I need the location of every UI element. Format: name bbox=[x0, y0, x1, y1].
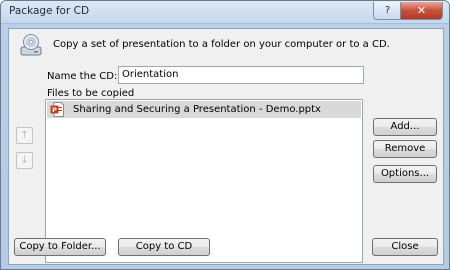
help-button[interactable]: ? bbox=[373, 2, 402, 20]
move-down-button[interactable]: ↓ bbox=[16, 152, 33, 169]
file-name: Sharing and Securing a Presentation - De… bbox=[73, 104, 321, 115]
package-for-cd-dialog: Package for CD ? ✕ Copy a set of present… bbox=[0, 0, 450, 270]
cd-icon bbox=[20, 34, 42, 56]
window-title: Package for CD bbox=[9, 5, 90, 17]
arrow-down-icon: ↓ bbox=[20, 155, 29, 166]
dialog-body: Copy a set of presentation to a folder o… bbox=[8, 28, 444, 265]
title-bar[interactable]: Package for CD ? ✕ bbox=[1, 1, 449, 24]
add-button[interactable]: Add... bbox=[373, 118, 437, 136]
close-window-button[interactable]: ✕ bbox=[400, 2, 443, 20]
svg-text:P: P bbox=[52, 106, 57, 114]
move-up-button[interactable]: ↑ bbox=[16, 127, 33, 144]
copy-to-folder-button[interactable]: Copy to Folder... bbox=[14, 238, 106, 256]
copy-to-cd-button[interactable]: Copy to CD bbox=[118, 238, 210, 256]
arrow-up-icon: ↑ bbox=[20, 130, 29, 141]
remove-button[interactable]: Remove bbox=[373, 140, 437, 158]
powerpoint-file-icon: P bbox=[50, 102, 64, 117]
file-list-item[interactable]: P Sharing and Securing a Presentation - … bbox=[47, 101, 361, 118]
cd-name-input[interactable] bbox=[118, 66, 364, 84]
close-button[interactable]: Close bbox=[372, 238, 438, 256]
options-button[interactable]: Options... bbox=[373, 165, 437, 183]
dialog-description: Copy a set of presentation to a folder o… bbox=[53, 39, 390, 50]
files-to-copy-label: Files to be copied bbox=[47, 88, 135, 99]
cd-name-label: Name the CD: bbox=[47, 71, 118, 82]
